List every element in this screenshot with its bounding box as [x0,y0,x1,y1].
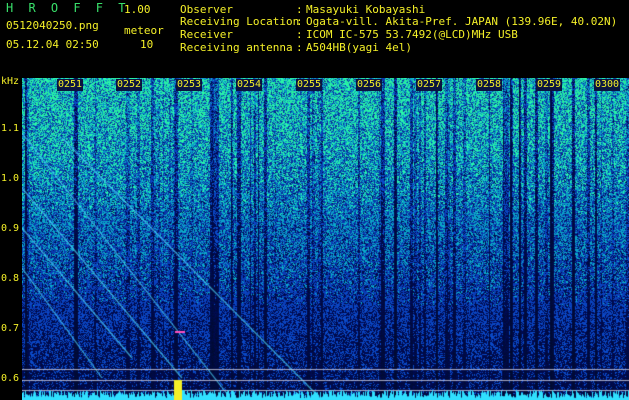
app-version: 1.00 [124,3,151,16]
freq-tick-label: 1.1 [1,123,20,134]
freq-tick-label: 0.8 [1,273,20,284]
time-tick-label: 0253 [176,79,203,91]
freq-tick-label: 0.7 [1,323,20,334]
info-colon: : [296,15,303,28]
info-key-location: Receiving Location [180,15,300,28]
info-value-location: Ogata-vill. Akita-Pref. JAPAN (139.96E, … [306,15,618,28]
info-key-receiver: Receiver [180,28,233,41]
app-title: H R O F F T [6,1,130,15]
freq-tick-label: 1.0 [1,173,20,184]
date-time: 05.12.04 02:50 [6,38,99,51]
spectrogram-waterfall [22,78,629,400]
info-colon: : [296,28,303,41]
time-tick-label: 0255 [296,79,323,91]
time-tick-label: 0259 [536,79,563,91]
info-colon: : [296,41,303,54]
time-tick-label: 0254 [236,79,263,91]
meteor-label: meteor [124,24,164,37]
freq-unit-label: kHz [1,76,20,87]
info-value-receiver: ICOM IC-575 53.7492(@LCD)MHz USB [306,28,518,41]
time-tick-label: 0252 [116,79,143,91]
time-tick-label: 0300 [594,79,621,91]
hroft-screen: H R O F F T 1.00 0512040250.png meteor 0… [0,0,629,400]
time-tick-label: 0256 [356,79,383,91]
file-name: 0512040250.png [6,19,99,32]
time-tick-label: 0251 [57,79,84,91]
time-tick-label: 0258 [476,79,503,91]
meteor-count: 10 [140,38,154,51]
time-tick-label: 0257 [416,79,443,91]
info-key-antenna: Receiving antenna [180,41,293,54]
freq-tick-label: 0.6 [1,373,20,384]
freq-tick-label: 0.9 [1,223,20,234]
info-value-antenna: A504HB(yagi 4el) [306,41,412,54]
